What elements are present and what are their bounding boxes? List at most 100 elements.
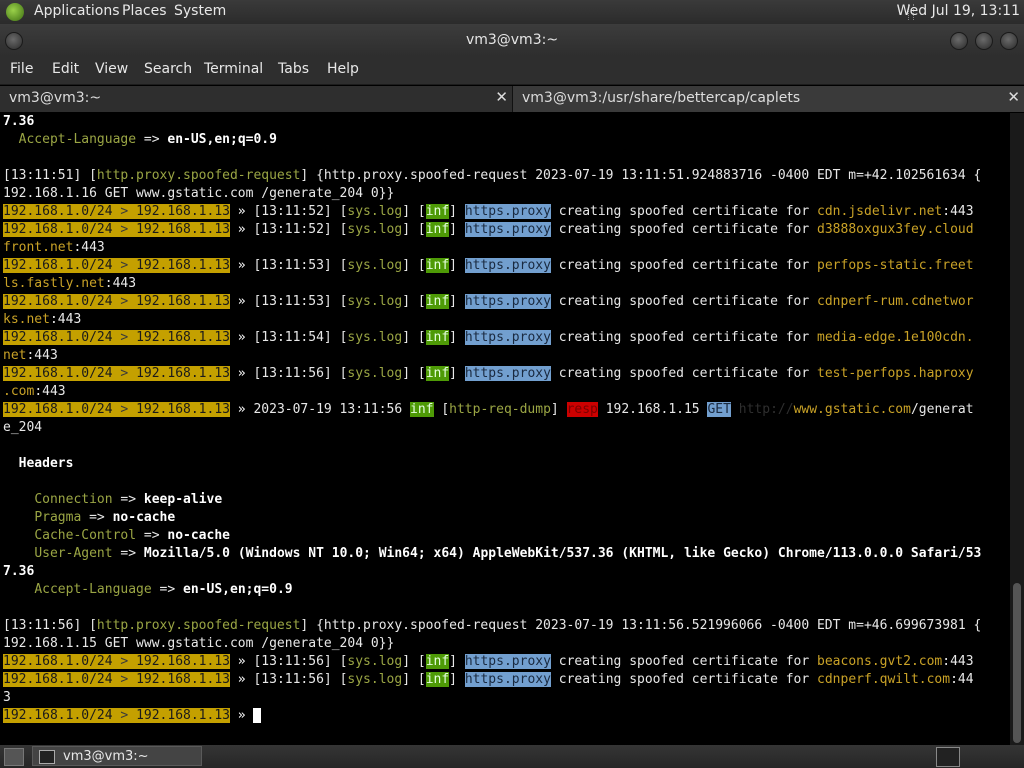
op: => [112, 492, 144, 507]
prompt-arrow: » [229, 294, 254, 309]
inf-badge: inf [425, 330, 450, 345]
tab-label: vm3@vm3:~ [9, 90, 102, 106]
bracket: ] [449, 330, 457, 345]
prompt-net: 192.168.1.0/24 [3, 366, 113, 381]
sys-log-tag: sys.log [347, 672, 403, 687]
menu-edit[interactable]: Edit [52, 61, 79, 77]
system-menu[interactable]: System [174, 3, 226, 19]
top-panel: Applications Places System Wed Jul 19, 1… [0, 0, 1024, 24]
header-line-wrap: 7.36 [3, 563, 34, 581]
tab-close-icon[interactable]: ✕ [1007, 88, 1020, 106]
header-key: Connection [34, 492, 113, 507]
menu-view[interactable]: View [95, 61, 128, 77]
bracket: ] [449, 294, 457, 309]
log-line-wrap: net:443 [3, 347, 58, 365]
prompt-sep: > [112, 654, 137, 669]
bracket: ] [449, 222, 457, 237]
resp-badge: resp [566, 402, 598, 417]
prompt-arrow: » [229, 366, 254, 381]
cert-port: :44 [950, 672, 974, 687]
menu-search[interactable]: Search [144, 61, 192, 77]
terminal-output[interactable]: 7.36 Accept-Language => en-US,en;q=0.9 [… [0, 113, 1010, 745]
text: creating spoofed certificate for [550, 366, 818, 381]
cert-host: ls.fastly.net [3, 276, 105, 291]
cert-host: .com [3, 384, 35, 399]
maximize-icon[interactable] [975, 32, 993, 50]
terminal-scrollbar[interactable] [1010, 113, 1024, 745]
cert-host: cdnperf-rum.cdnetwor [817, 294, 974, 309]
tab-home[interactable]: vm3@vm3:~ ✕ [0, 86, 512, 112]
prompt-ip: 192.168.1.13 [136, 366, 230, 381]
scroll-thumb[interactable] [1013, 583, 1021, 743]
menu-terminal[interactable]: Terminal [204, 61, 263, 77]
taskbar-window-button[interactable]: vm3@vm3:~ [32, 746, 202, 766]
https-proxy-badge: https.proxy [464, 654, 551, 669]
bracket: ] [449, 366, 457, 381]
prompt-sep: > [112, 672, 137, 687]
prompt-sep: > [112, 402, 137, 417]
log-line: 192.168.1.0/24 > 192.168.1.13 » [13:11:5… [3, 293, 974, 311]
log-line: 192.168.1.0/24 > 192.168.1.13 » [13:11:5… [3, 365, 974, 383]
menu-help[interactable]: Help [327, 61, 359, 77]
prompt-ip: 192.168.1.13 [136, 402, 230, 417]
cert-port: :443 [34, 384, 66, 399]
sys-log-tag: sys.log [347, 366, 403, 381]
prompt-sep: > [112, 708, 137, 723]
module-tag: http-req-dump [449, 402, 551, 417]
prompt-net: 192.168.1.0/24 [3, 330, 113, 345]
prompt-sep: > [112, 258, 137, 273]
op: => [151, 582, 184, 597]
menu-file[interactable]: File [10, 61, 33, 77]
prompt-ip: 192.168.1.13 [136, 258, 230, 273]
prompt-arrow: » [229, 330, 254, 345]
terminal-line: 192.168.1.16 GET www.gstatic.com /genera… [3, 185, 394, 203]
inf-badge: inf [425, 222, 450, 237]
header-value: en-US,en;q=0.9 [183, 582, 293, 597]
cert-host: cdnperf.qwilt.com [817, 672, 951, 687]
header-value: Mozilla/5.0 (Windows NT 10.0; Win64; x64… [143, 546, 982, 561]
bracket: ] [ [402, 222, 426, 237]
inf-badge: inf [425, 654, 450, 669]
url-path: /generat [910, 402, 974, 417]
sys-log-tag: sys.log [347, 654, 403, 669]
command-prompt[interactable]: 192.168.1.0/24 > 192.168.1.13 » [3, 707, 262, 725]
cert-host: front.net [3, 240, 74, 255]
prompt-arrow: » [229, 204, 254, 219]
inf-badge: inf [425, 258, 450, 273]
show-desktop-icon[interactable] [4, 748, 24, 766]
header-value: keep-alive [143, 492, 223, 507]
timestamp: [13:11:54] [253, 330, 332, 345]
window-titlebar[interactable]: vm3@vm3:~ [0, 24, 1024, 56]
text-cursor [253, 708, 262, 723]
prompt-net: 192.168.1.0/24 [3, 402, 113, 417]
get-badge: GET [707, 402, 731, 417]
cert-host: net [3, 348, 27, 363]
distro-logo-icon[interactable] [6, 3, 24, 21]
window-title: vm3@vm3:~ [465, 32, 559, 48]
cert-port: :443 [942, 204, 974, 219]
cert-host: test-perfops.haproxy [817, 366, 974, 381]
places-menu[interactable]: Places [122, 3, 167, 19]
prompt-net: 192.168.1.0/24 [3, 654, 113, 669]
sys-log-tag: sys.log [347, 330, 403, 345]
https-proxy-badge: https.proxy [464, 204, 551, 219]
tab-bar: vm3@vm3:~ ✕ vm3@vm3:/usr/share/bettercap… [0, 86, 1024, 112]
menu-tabs[interactable]: Tabs [278, 61, 309, 77]
prompt-sep: > [112, 366, 137, 381]
clock[interactable]: Wed Jul 19, 13:11 [897, 3, 1020, 19]
header-key: Accept-Language [34, 582, 152, 597]
terminal-line: Accept-Language => en-US,en;q=0.9 [3, 131, 277, 149]
applications-menu[interactable]: Applications [34, 3, 120, 19]
cert-host: ks.net [3, 312, 50, 327]
minimize-icon[interactable] [950, 32, 968, 50]
workspace-switcher-icon[interactable] [936, 747, 960, 767]
tab-label: vm3@vm3:/usr/share/bettercap/caplets [522, 90, 801, 106]
terminal-line: 192.168.1.15 GET www.gstatic.com /genera… [3, 635, 394, 653]
log-line: 192.168.1.0/24 > 192.168.1.13 » [13:11:5… [3, 203, 974, 221]
bracket: ] [ [402, 672, 426, 687]
tab-close-icon[interactable]: ✕ [495, 88, 508, 106]
tab-caplets[interactable]: vm3@vm3:/usr/share/bettercap/caplets ✕ [512, 86, 1024, 112]
close-icon[interactable] [1000, 32, 1018, 50]
text: creating spoofed certificate for [550, 294, 818, 309]
prompt-sep: > [112, 294, 137, 309]
